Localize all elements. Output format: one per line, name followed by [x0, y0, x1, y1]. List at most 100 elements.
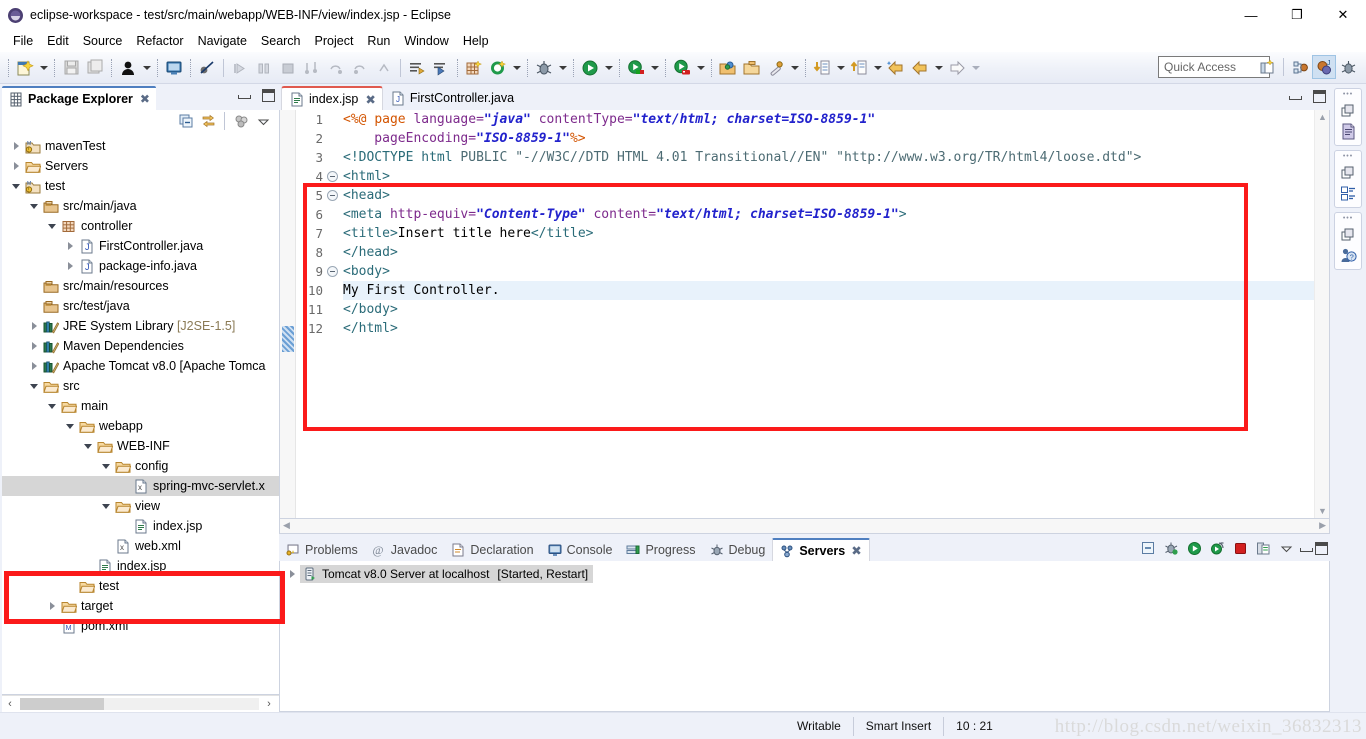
menu-search[interactable]: Search	[254, 32, 308, 50]
tree-item-test[interactable]: M! test	[2, 176, 279, 196]
servers-row[interactable]: Tomcat v8.0 Server at localhost [Started…	[280, 564, 1329, 584]
minimize-icon[interactable]	[237, 89, 251, 102]
menu-help[interactable]: Help	[456, 32, 496, 50]
drag-handle-dots[interactable]: •••	[1343, 91, 1353, 98]
next-annotation-icon[interactable]	[405, 56, 429, 80]
collapse-all-icon[interactable]	[1138, 539, 1158, 557]
snippets-icon[interactable]: ?	[1337, 245, 1359, 266]
scroll-up-icon[interactable]: ▲	[1318, 112, 1327, 122]
editor-annotation-ruler[interactable]	[280, 110, 296, 518]
forward-dropdown-icon[interactable]	[969, 56, 982, 80]
search-dropdown-icon[interactable]	[788, 56, 801, 80]
close-icon[interactable]: ✖	[851, 543, 861, 558]
scroll-left-icon[interactable]: ‹	[2, 698, 18, 710]
expand-arrow-icon[interactable]	[8, 178, 24, 194]
expand-arrow-icon[interactable]	[8, 158, 24, 174]
profile-icon[interactable]	[670, 56, 694, 80]
code-line[interactable]: <body>	[343, 262, 1314, 281]
expand-arrow-icon[interactable]	[26, 198, 42, 214]
code-line[interactable]: <title>Insert title here</title>	[343, 224, 1314, 243]
code-line[interactable]: <meta http-equiv="Content-Type" content=…	[343, 205, 1314, 224]
menu-source[interactable]: Source	[76, 32, 130, 50]
open-perspective-icon[interactable]	[1255, 55, 1279, 79]
new-console-icon[interactable]	[162, 56, 186, 80]
fold-collapse-icon[interactable]	[326, 262, 339, 281]
editor-tab-index-jsp[interactable]: index.jsp ✖	[281, 86, 383, 110]
code-line[interactable]: <head>	[343, 186, 1314, 205]
tree-item-web-inf[interactable]: WEB-INF	[2, 436, 279, 456]
java-toggle-dropdown-icon[interactable]	[140, 56, 153, 80]
tab-javadoc[interactable]: @ Javadoc	[365, 538, 445, 561]
code-line[interactable]: My First Controller.	[343, 281, 1314, 300]
previous-annotation-icon[interactable]	[429, 56, 453, 80]
previous-edit-dropdown-icon[interactable]	[834, 56, 847, 80]
tree-item-jre-system-library[interactable]: JRE System Library [J2SE-1.5]	[2, 316, 279, 336]
editor-source-code[interactable]: <%@ page language="java" contentType="te…	[339, 110, 1314, 518]
search-icon[interactable]	[764, 56, 788, 80]
skip-breakpoints-icon[interactable]	[195, 56, 219, 80]
debug-perspective-icon[interactable]	[1336, 55, 1360, 79]
minimize-button[interactable]: —	[1228, 0, 1274, 30]
close-icon[interactable]: ✖	[365, 92, 375, 107]
expand-arrow-icon[interactable]	[80, 438, 96, 454]
drag-handle-dots[interactable]: •••	[1343, 215, 1353, 222]
task-list-icon[interactable]	[1337, 183, 1359, 204]
expand-arrow-icon[interactable]	[44, 218, 60, 234]
code-line[interactable]: <html>	[343, 167, 1314, 186]
tree-item-src[interactable]: src	[2, 376, 279, 396]
profile-server-icon[interactable]	[1207, 539, 1227, 557]
tree-item-maventest[interactable]: M! mavenTest	[2, 136, 279, 156]
next-edit-dropdown-icon[interactable]	[871, 56, 884, 80]
view-menu-icon[interactable]	[253, 112, 273, 130]
editor-tab-firstcontroller-java[interactable]: J FirstController.java	[383, 86, 520, 110]
fold-collapse-icon[interactable]	[326, 186, 339, 205]
debug-server-icon[interactable]	[1161, 539, 1181, 557]
java-perspective-icon[interactable]: J	[1312, 55, 1336, 79]
tree-item-web-xml[interactable]: x web.xml	[2, 536, 279, 556]
package-explorer-hscrollbar[interactable]: ‹ ›	[2, 695, 279, 712]
scroll-right-icon[interactable]: ›	[261, 698, 277, 710]
close-button[interactable]: ✕	[1320, 0, 1366, 30]
expand-arrow-icon[interactable]	[26, 378, 42, 394]
scroll-left-icon[interactable]: ◀	[283, 520, 290, 531]
profile-dropdown-icon[interactable]	[694, 56, 707, 80]
menu-run[interactable]: Run	[360, 32, 397, 50]
code-line[interactable]: </head>	[343, 243, 1314, 262]
servers-view-content[interactable]: Tomcat v8.0 Server at localhost [Started…	[279, 561, 1330, 712]
editor-vscrollbar[interactable]: ▲ ▼	[1314, 110, 1329, 518]
menu-window[interactable]: Window	[397, 32, 455, 50]
restore-icon[interactable]	[1337, 162, 1359, 183]
publish-icon[interactable]	[1253, 539, 1273, 557]
maximize-icon[interactable]	[1313, 90, 1326, 103]
drag-handle-dots[interactable]: •••	[1343, 153, 1353, 160]
new-wizard-icon[interactable]	[13, 56, 37, 80]
restore-icon[interactable]	[1337, 224, 1359, 245]
tab-progress[interactable]: Progress	[619, 538, 702, 561]
expand-arrow-icon[interactable]	[44, 398, 60, 414]
tree-item-controller[interactable]: controller	[2, 216, 279, 236]
menu-file[interactable]: File	[6, 32, 40, 50]
outline-icon[interactable]	[1337, 121, 1359, 142]
scroll-right-icon[interactable]: ▶	[1319, 520, 1326, 531]
code-line[interactable]: pageEncoding="ISO-8859-1"%>	[343, 129, 1314, 148]
menu-project[interactable]: Project	[308, 32, 361, 50]
java-ee-perspective-icon[interactable]	[1288, 55, 1312, 79]
forward-icon[interactable]	[908, 56, 932, 80]
tree-item-spring-mvc-servlet-x[interactable]: x spring-mvc-servlet.x	[2, 476, 279, 496]
code-line[interactable]: </body>	[343, 300, 1314, 319]
close-icon[interactable]: ✖	[140, 92, 150, 106]
previous-edit-icon[interactable]	[810, 56, 834, 80]
tab-declaration[interactable]: Declaration	[444, 538, 540, 561]
tree-item-target[interactable]: target	[2, 596, 279, 616]
tree-item-maven-dependencies[interactable]: Maven Dependencies	[2, 336, 279, 356]
editor-folding-column[interactable]	[326, 110, 339, 518]
server-entry[interactable]: Tomcat v8.0 Server at localhost [Started…	[300, 565, 594, 583]
tab-console[interactable]: Console	[541, 538, 620, 561]
tree-item-src-test-java[interactable]: src/test/java	[2, 296, 279, 316]
tab-problems[interactable]: Problems	[279, 538, 365, 561]
maximize-button[interactable]: ❐	[1274, 0, 1320, 30]
minimize-icon[interactable]	[1288, 90, 1302, 103]
tree-item-pom-xml[interactable]: Mpom.xml	[2, 616, 279, 636]
expand-arrow-icon[interactable]	[62, 238, 78, 254]
expand-arrow-icon[interactable]	[62, 258, 78, 274]
